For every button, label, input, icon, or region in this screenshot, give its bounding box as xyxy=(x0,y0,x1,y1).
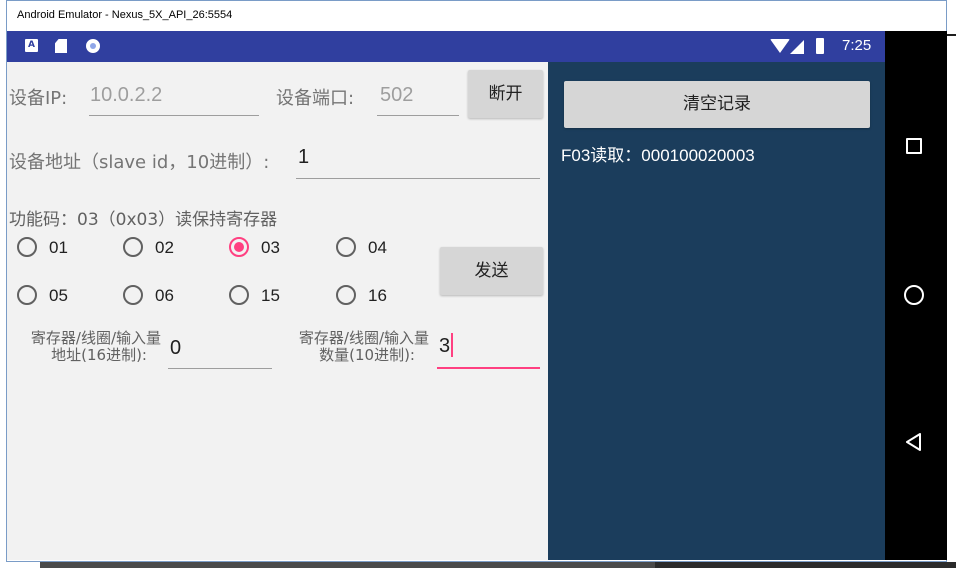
port-label: 设备端口: xyxy=(276,88,355,109)
ip-label: 设备IP: xyxy=(9,88,68,109)
radio-16-label: 16 xyxy=(368,286,387,305)
radio-16[interactable] xyxy=(336,285,356,305)
port-input[interactable]: 502 xyxy=(380,84,413,107)
control-panel xyxy=(7,62,548,560)
battery-icon xyxy=(816,38,824,54)
radio-04-label: 04 xyxy=(368,238,387,257)
register-count-label-line2: 数量(10进制): xyxy=(319,346,415,364)
window-title: Android Emulator - Nexus_5X_API_26:5554 xyxy=(17,9,233,21)
send-button[interactable]: 发送 xyxy=(440,247,543,295)
sync-circle-icon xyxy=(86,39,100,53)
radio-05-label: 05 xyxy=(49,286,68,305)
register-count-underline xyxy=(437,367,540,369)
a-notification-icon: A xyxy=(25,39,38,52)
register-count-label: 寄存器/线圈/输入量 数量(10进制): xyxy=(279,330,429,364)
edge-bar xyxy=(947,34,956,36)
ip-input[interactable]: 10.0.2.2 xyxy=(90,84,162,107)
home-circle-icon[interactable] xyxy=(904,285,924,305)
register-address-input[interactable]: 0 xyxy=(170,337,181,360)
radio-03-label: 03 xyxy=(261,238,280,257)
slave-id-label: 设备地址（slave id，10进制）: xyxy=(9,152,270,173)
clear-log-button[interactable]: 清空记录 xyxy=(564,81,870,128)
radio-06[interactable] xyxy=(123,285,143,305)
status-time: 7:25 xyxy=(842,37,872,54)
register-address-label: 寄存器/线圈/输入量 地址(16进制): xyxy=(11,330,161,364)
radio-06-label: 06 xyxy=(155,286,174,305)
radio-01-label: 01 xyxy=(49,238,68,257)
register-count-input[interactable]: 3 xyxy=(439,335,450,358)
port-input-underline xyxy=(377,115,459,116)
radio-01[interactable] xyxy=(17,237,37,257)
log-entry: F03读取：000100020003 xyxy=(561,146,755,165)
window-edge xyxy=(947,0,956,568)
wifi-icon xyxy=(770,39,790,53)
register-count-label-line1: 寄存器/线圈/输入量 xyxy=(298,329,429,347)
radio-03[interactable] xyxy=(229,237,249,257)
taskbar-strip xyxy=(40,562,956,568)
radio-04[interactable] xyxy=(336,237,356,257)
sd-card-icon xyxy=(55,39,67,53)
send-button-label: 发送 xyxy=(474,261,509,281)
radio-15-label: 15 xyxy=(261,286,280,305)
log-panel xyxy=(548,62,885,560)
slave-id-underline xyxy=(296,178,540,179)
register-address-label-line2: 地址(16进制): xyxy=(51,346,147,364)
text-cursor xyxy=(451,333,453,357)
ip-input-underline xyxy=(89,115,259,116)
signal-icon xyxy=(790,40,804,54)
overview-square-icon[interactable] xyxy=(906,138,922,154)
window-titlebar[interactable]: Android Emulator - Nexus_5X_API_26:5554 xyxy=(7,1,946,31)
radio-02[interactable] xyxy=(123,237,143,257)
disconnect-button-label: 断开 xyxy=(488,84,523,104)
clear-log-button-label: 清空记录 xyxy=(683,94,751,114)
slave-id-input[interactable]: 1 xyxy=(298,146,309,169)
radio-15[interactable] xyxy=(229,285,249,305)
radio-05[interactable] xyxy=(17,285,37,305)
disconnect-button[interactable]: 断开 xyxy=(468,70,543,118)
function-code-label: 功能码：03（0x03）读保持寄存器 xyxy=(9,210,278,230)
back-triangle-icon[interactable] xyxy=(906,433,922,451)
register-address-label-line1: 寄存器/线圈/输入量 xyxy=(30,329,161,347)
register-address-underline xyxy=(168,368,272,369)
taskbar-strip-left xyxy=(40,562,655,568)
android-status-bar: A 7:25 xyxy=(7,31,885,62)
radio-02-label: 02 xyxy=(155,238,174,257)
